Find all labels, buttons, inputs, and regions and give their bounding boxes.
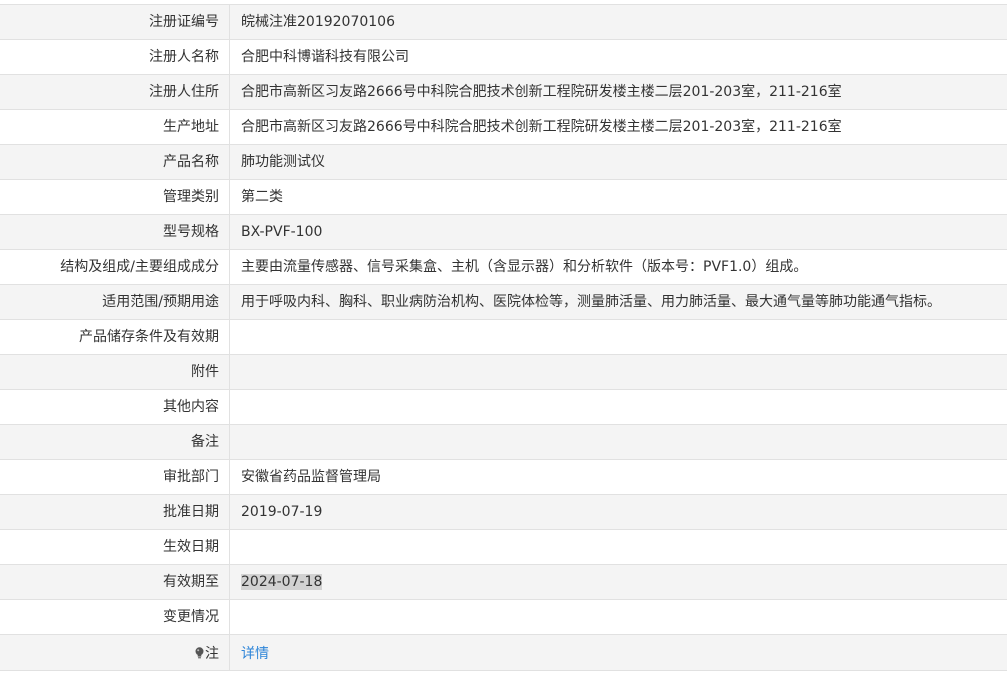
- row-storage-conditions: 产品储存条件及有效期: [0, 320, 1007, 355]
- field-value: 安徽省药品监督管理局: [241, 469, 381, 485]
- field-value: [230, 600, 1007, 634]
- row-change-history: 变更情况: [0, 600, 1007, 635]
- field-label: 型号规格: [0, 215, 230, 249]
- row-approval-date: 批准日期 2019-07-19: [0, 495, 1007, 530]
- row-intended-use: 适用范围/预期用途 用于呼吸内科、胸科、职业病防治机构、医院体检等，测量肺活量、…: [0, 285, 1007, 320]
- field-value: 合肥市高新区习友路2666号中科院合肥技术创新工程院研发楼主楼二层201-203…: [241, 119, 842, 135]
- field-value: [230, 390, 1007, 424]
- field-value: 合肥中科博谐科技有限公司: [241, 49, 409, 65]
- field-label: 批准日期: [0, 495, 230, 529]
- field-label: 生产地址: [0, 110, 230, 144]
- field-label: 生效日期: [0, 530, 230, 564]
- field-value: BX-PVF-100: [241, 224, 323, 240]
- field-value: 用于呼吸内科、胸科、职业病防治机构、医院体检等，测量肺活量、用力肺活量、最大通气…: [241, 294, 941, 310]
- registration-record-table: 注册证编号 皖械注准20192070106 注册人名称 合肥中科博谐科技有限公司…: [0, 4, 1007, 671]
- note-label: 注: [205, 646, 219, 662]
- row-other-content: 其他内容: [0, 390, 1007, 425]
- field-value: 第二类: [241, 189, 283, 205]
- field-value: [230, 425, 1007, 459]
- row-model-spec: 型号规格 BX-PVF-100: [0, 215, 1007, 250]
- row-registration-number: 注册证编号 皖械注准20192070106: [0, 5, 1007, 40]
- row-production-address: 生产地址 合肥市高新区习友路2666号中科院合肥技术创新工程院研发楼主楼二层20…: [0, 110, 1007, 145]
- field-label: 有效期至: [0, 565, 230, 599]
- row-registrant-address: 注册人住所 合肥市高新区习友路2666号中科院合肥技术创新工程院研发楼主楼二层2…: [0, 75, 1007, 110]
- field-value: 主要由流量传感器、信号采集盒、主机（含显示器）和分析软件（版本号：PVF1.0）…: [241, 259, 808, 275]
- row-management-category: 管理类别 第二类: [0, 180, 1007, 215]
- field-value: [230, 320, 1007, 354]
- field-value: [230, 530, 1007, 564]
- row-registrant-name: 注册人名称 合肥中科博谐科技有限公司: [0, 40, 1007, 75]
- row-product-name: 产品名称 肺功能测试仪: [0, 145, 1007, 180]
- field-label: 注: [0, 635, 230, 670]
- field-label: 产品储存条件及有效期: [0, 320, 230, 354]
- lightbulb-icon: [195, 647, 204, 659]
- field-value: 2024-07-18: [230, 565, 1007, 599]
- row-attachments: 附件: [0, 355, 1007, 390]
- row-note: 注 详情: [0, 635, 1007, 671]
- field-value: 2019-07-19: [241, 504, 323, 520]
- field-value: 肺功能测试仪: [241, 154, 325, 170]
- field-value: [230, 355, 1007, 389]
- field-label: 变更情况: [0, 600, 230, 634]
- field-value: 详情: [230, 635, 1007, 670]
- field-label: 注册人名称: [0, 40, 230, 74]
- field-label: 注册人住所: [0, 75, 230, 109]
- field-label: 备注: [0, 425, 230, 459]
- field-label: 产品名称: [0, 145, 230, 179]
- field-label: 结构及组成/主要组成成分: [0, 250, 230, 284]
- field-label: 附件: [0, 355, 230, 389]
- row-effective-date: 生效日期: [0, 530, 1007, 565]
- field-label: 注册证编号: [0, 5, 230, 39]
- row-remarks: 备注: [0, 425, 1007, 460]
- row-structure-composition: 结构及组成/主要组成成分 主要由流量传感器、信号采集盒、主机（含显示器）和分析软…: [0, 250, 1007, 285]
- field-label: 适用范围/预期用途: [0, 285, 230, 319]
- field-value: 合肥市高新区习友路2666号中科院合肥技术创新工程院研发楼主楼二层201-203…: [241, 84, 842, 100]
- row-valid-until: 有效期至 2024-07-18: [0, 565, 1007, 600]
- row-approval-department: 审批部门 安徽省药品监督管理局: [0, 460, 1007, 495]
- field-label: 其他内容: [0, 390, 230, 424]
- field-label: 管理类别: [0, 180, 230, 214]
- selected-text: 2024-07-18: [241, 574, 323, 590]
- details-link[interactable]: 详情: [241, 646, 269, 662]
- field-value: 皖械注准20192070106: [241, 14, 395, 30]
- field-label: 审批部门: [0, 460, 230, 494]
